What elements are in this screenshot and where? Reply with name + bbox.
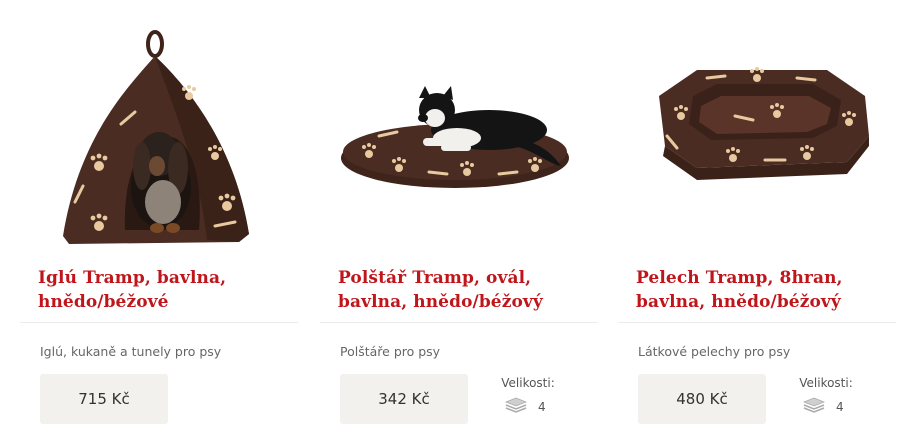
price-button[interactable]: 342 Kč — [340, 374, 468, 424]
sizes-info: Velikosti: 4 — [488, 376, 568, 420]
product-category: Polštáře pro psy — [340, 344, 441, 359]
octagon-dog-bed-image — [659, 67, 869, 180]
sizes-info: Velikosti: 4 — [786, 376, 866, 420]
product-category: Látkové pelechy pro psy — [638, 344, 791, 359]
product-title-line[interactable]: hnědo/béžové — [38, 290, 288, 314]
divider — [20, 322, 298, 323]
product-card[interactable]: Pelech Tramp, 8hran, bavlna, hnědo/béžov… — [618, 0, 896, 436]
product-title-line[interactable]: Polštář Tramp, ovál, — [338, 266, 588, 290]
product-title-line[interactable]: Pelech Tramp, 8hran, — [636, 266, 886, 290]
price-button[interactable]: 715 Kč — [40, 374, 168, 424]
product-image[interactable] — [618, 26, 896, 256]
layers-icon — [802, 397, 826, 413]
oval-cushion-dog-image — [341, 86, 569, 188]
product-title[interactable]: Iglú Tramp, bavlna, hnědo/béžové — [38, 266, 288, 314]
price-button[interactable]: 480 Kč — [638, 374, 766, 424]
product-category: Iglú, kukaně a tunely pro psy — [40, 344, 222, 359]
divider — [618, 322, 896, 323]
layers-icon — [504, 397, 528, 413]
product-title-line[interactable]: bavlna, hnědo/béžový — [338, 290, 588, 314]
product-title-line[interactable]: Iglú Tramp, bavlna, — [38, 266, 288, 290]
product-image[interactable] — [320, 26, 598, 256]
product-title[interactable]: Pelech Tramp, 8hran, bavlna, hnědo/béžov… — [636, 266, 886, 314]
product-title[interactable]: Polštář Tramp, ovál, bavlna, hnědo/béžov… — [338, 266, 588, 314]
divider — [320, 322, 598, 323]
product-card[interactable]: Polštář Tramp, ovál, bavlna, hnědo/béžov… — [320, 0, 598, 436]
sizes-label: Velikosti: — [799, 376, 853, 390]
product-title-line[interactable]: bavlna, hnědo/béžový — [636, 290, 886, 314]
product-card[interactable]: Iglú Tramp, bavlna, hnědo/béžové Iglú, k… — [20, 0, 298, 436]
igloo-dog-bed-image — [63, 30, 249, 244]
sizes-count: 4 — [538, 400, 546, 414]
product-image[interactable] — [20, 26, 298, 256]
sizes-count: 4 — [836, 400, 844, 414]
sizes-label: Velikosti: — [501, 376, 555, 390]
